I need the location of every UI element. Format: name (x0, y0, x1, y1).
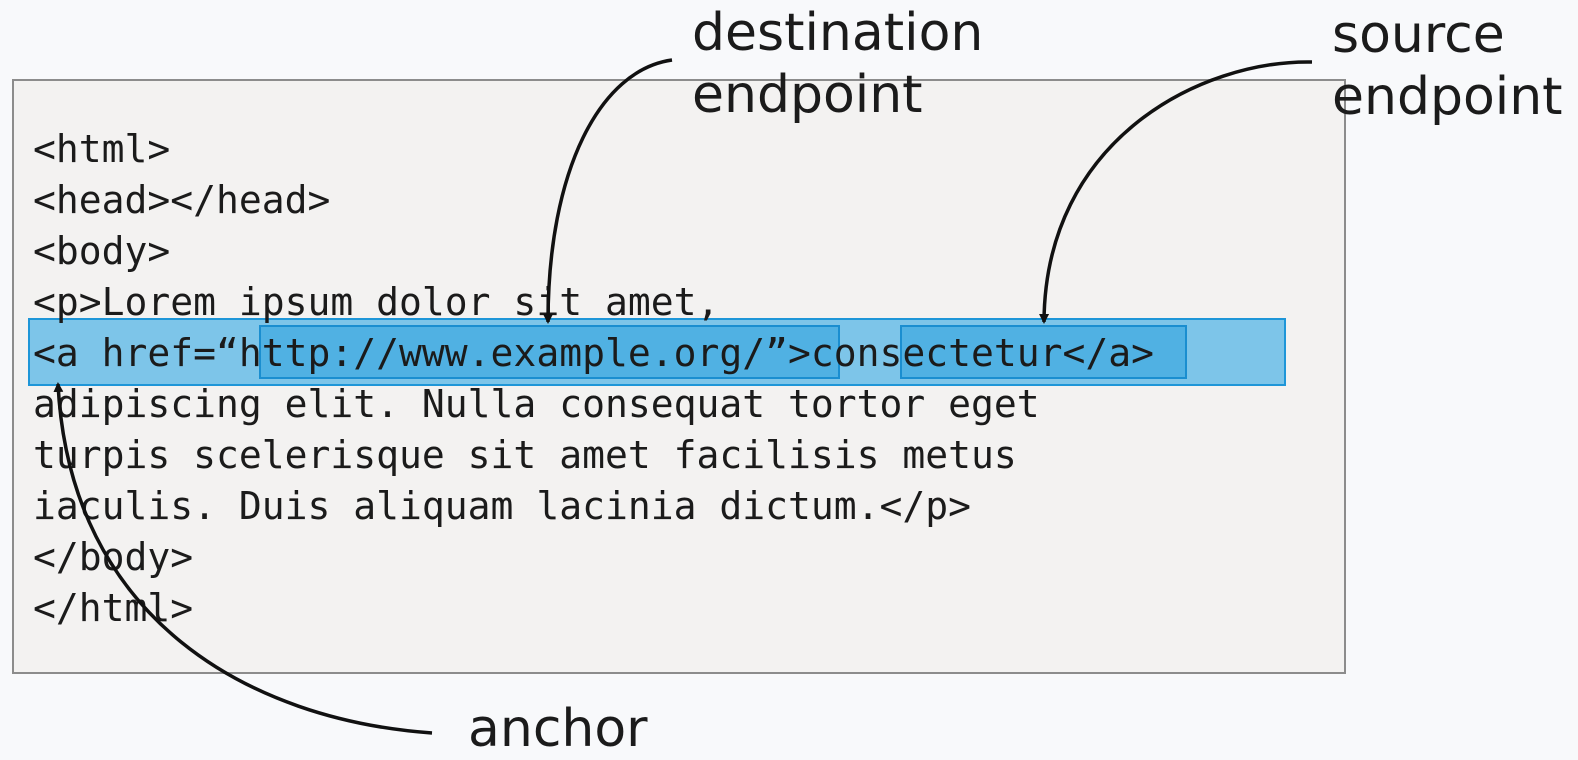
destination-arrow (543, 58, 673, 324)
anchor-label: anchor (468, 699, 648, 759)
destination-endpoint-label: destination endpoint (692, 3, 984, 125)
source-endpoint-label: source endpoint (1332, 5, 1563, 127)
source-arrow (1039, 60, 1313, 324)
anchor-arrow (53, 382, 433, 735)
